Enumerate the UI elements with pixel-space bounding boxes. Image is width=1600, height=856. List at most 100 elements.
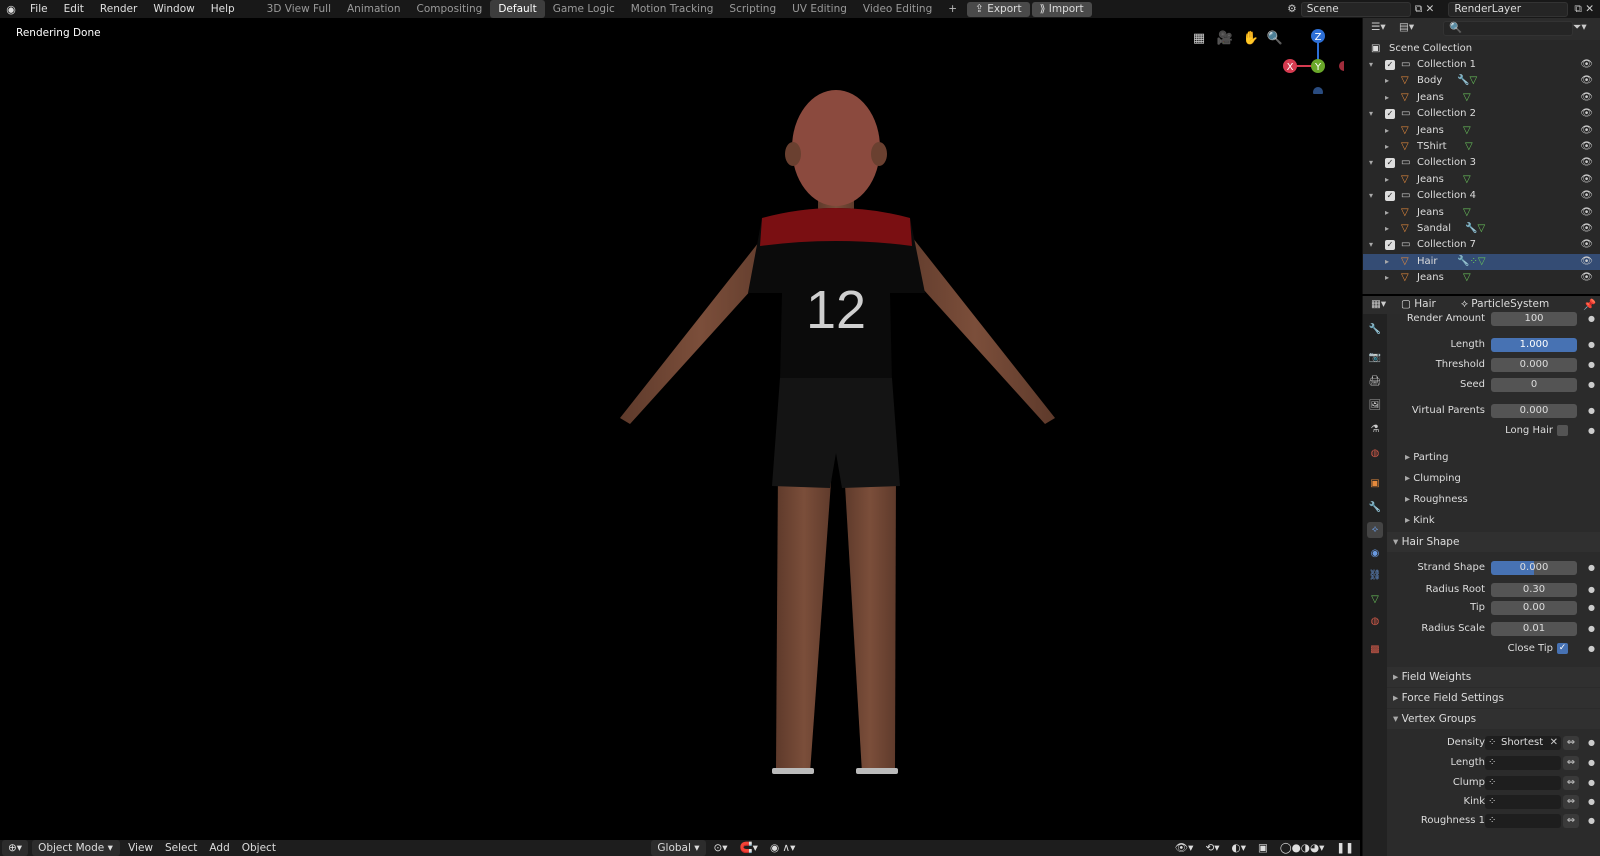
vertex-group-length-keyframe-dot[interactable]: ● (1588, 754, 1595, 772)
vertex-group-clump-keyframe-dot[interactable]: ● (1588, 774, 1595, 792)
menu-edit[interactable]: Edit (56, 0, 92, 18)
expand-chevron-icon[interactable]: ▸ (1385, 254, 1389, 270)
object-data-icons[interactable]: 🔧▽ (1457, 73, 1477, 89)
object-data-icons[interactable]: ▽ (1463, 123, 1471, 139)
object-data-icons[interactable]: ▽ (1463, 270, 1471, 286)
threshold-keyframe-dot[interactable]: ● (1588, 356, 1595, 374)
close-tip-checkbox[interactable]: ✓ (1557, 643, 1568, 654)
outliner-object-row[interactable]: ▸ ▽ Jeans ▽ 👁 (1363, 205, 1600, 221)
filter-icon[interactable]: ⏷▾ (1573, 21, 1587, 34)
object-data-icons[interactable]: ▽ (1463, 90, 1471, 106)
outliner-object-row[interactable]: ▸ ▽ Sandal 🔧▽ 👁 (1363, 221, 1600, 237)
render-layer-copy-icon[interactable]: ⧉ ✕ (1574, 3, 1594, 16)
expand-chevron-icon[interactable]: ▾ (1369, 106, 1373, 122)
long-hair-keyframe-dot[interactable]: ● (1588, 422, 1595, 440)
tab-compositing[interactable]: Compositing (409, 0, 491, 18)
clumping-subpanel[interactable]: ▸ Clumping (1387, 469, 1600, 489)
virtual-parents-field[interactable]: 0.000 (1491, 404, 1577, 418)
outliner-object-row[interactable]: ▸ ▽ Jeans ▽ 👁 (1363, 90, 1600, 106)
snap-icon[interactable]: 🧲▾ (734, 840, 764, 856)
pivot-icon[interactable]: ⊙▾ (708, 840, 734, 856)
expand-chevron-icon[interactable]: ▸ (1385, 139, 1389, 155)
outliner-collection-row[interactable]: ▾ ✓ ▭ Collection 7 👁 (1363, 237, 1600, 253)
invert-vertex-group-icon[interactable]: ⇔ (1563, 795, 1579, 809)
visibility-icon[interactable]: 👁▾ (1169, 840, 1200, 856)
threshold-field[interactable]: 0.000 (1491, 358, 1577, 372)
radius-scale-field[interactable]: 0.01 (1491, 622, 1577, 636)
vertex-groups-panel-header[interactable]: ▾ Vertex Groups (1387, 709, 1600, 729)
camera-view-icon[interactable]: 🎥 (1216, 30, 1234, 48)
tool-tab-icon[interactable]: 🔧 (1367, 322, 1383, 338)
invert-vertex-group-icon[interactable]: ⇔ (1563, 814, 1579, 828)
render-tab-icon[interactable]: 📷 (1367, 350, 1383, 366)
scene-copy-icon[interactable]: ⧉ ✕ (1415, 3, 1435, 16)
gizmo-toggle-icon[interactable]: ⟲▾ (1199, 840, 1225, 856)
vertex-group-length-field[interactable]: ⁘ (1485, 756, 1561, 770)
visibility-eye-icon[interactable]: 👁 (1580, 205, 1593, 221)
vertex-group-roughness1-keyframe-dot[interactable]: ● (1588, 812, 1595, 830)
visibility-eye-icon[interactable]: 👁 (1580, 139, 1593, 155)
expand-chevron-icon[interactable]: ▾ (1369, 188, 1373, 204)
radius-scale-keyframe-dot[interactable]: ● (1588, 620, 1595, 638)
outliner-collection-row[interactable]: ▾ ✓ ▭ Collection 3 👁 (1363, 155, 1600, 171)
strand-shape-slider[interactable]: 0.000 (1491, 561, 1577, 575)
texture-tab-icon[interactable]: ▩ (1367, 642, 1383, 658)
outliner-object-row[interactable]: ▸ ▽ TShirt ▽ 👁 (1363, 139, 1600, 155)
vertex-group-clump-field[interactable]: ⁘ (1485, 776, 1561, 790)
menu-help[interactable]: Help (203, 0, 243, 18)
expand-chevron-icon[interactable]: ▾ (1369, 237, 1373, 253)
invert-vertex-group-icon[interactable]: ⇔ (1563, 736, 1579, 750)
collection-exclude-checkbox[interactable]: ✓ (1385, 191, 1395, 202)
render-layer-field[interactable]: RenderLayer (1448, 1, 1569, 17)
expand-chevron-icon[interactable]: ▾ (1369, 57, 1373, 73)
properties-editor-icon[interactable]: ▦▾ (1371, 298, 1386, 310)
3d-viewport[interactable]: Rendering Done ▦ 🎥 ✋ 🔍 Z X Y 12 (0, 18, 1360, 840)
clear-vertex-group-icon[interactable]: ✕ (1550, 736, 1558, 750)
expand-chevron-icon[interactable]: ▾ (1369, 155, 1373, 171)
visibility-eye-icon[interactable]: 👁 (1580, 188, 1593, 204)
menu-select[interactable]: Select (159, 840, 203, 856)
expand-chevron-icon[interactable]: ▸ (1385, 90, 1389, 106)
scene-collection-row[interactable]: ▣ Scene Collection (1363, 41, 1600, 57)
expand-chevron-icon[interactable]: ▸ (1385, 123, 1389, 139)
visibility-eye-icon[interactable]: 👁 (1580, 270, 1593, 286)
import-button[interactable]: ⟫ Import (1031, 1, 1092, 17)
menu-add[interactable]: Add (203, 840, 235, 856)
object-data-icons[interactable]: 🔧⁘▽ (1457, 254, 1486, 270)
outliner-object-row[interactable]: ▸ ▽ Body 🔧▽ 👁 (1363, 73, 1600, 89)
visibility-eye-icon[interactable]: 👁 (1580, 237, 1593, 253)
tab-game-logic[interactable]: Game Logic (545, 0, 623, 18)
menu-object[interactable]: Object (236, 840, 282, 856)
visibility-eye-icon[interactable]: 👁 (1580, 57, 1593, 73)
tab-animation[interactable]: Animation (339, 0, 409, 18)
visibility-eye-icon[interactable]: 👁 (1580, 123, 1593, 139)
object-data-icons[interactable]: ▽ (1463, 205, 1471, 221)
pan-hand-icon[interactable]: ✋ (1242, 30, 1260, 48)
hair-shape-panel-header[interactable]: ▾ Hair Shape (1387, 532, 1600, 552)
context-object[interactable]: ▢ Hair (1401, 298, 1436, 310)
outliner-search-input[interactable]: 🔍 (1443, 21, 1573, 36)
invert-vertex-group-icon[interactable]: ⇔ (1563, 756, 1579, 770)
vertex-group-density-keyframe-dot[interactable]: ● (1588, 734, 1595, 752)
editor-type-icon[interactable]: ⊕▾ (2, 840, 29, 856)
visibility-eye-icon[interactable]: 👁 (1580, 106, 1593, 122)
collection-exclude-checkbox[interactable]: ✓ (1385, 60, 1395, 70)
length-keyframe-dot[interactable]: ● (1588, 336, 1595, 354)
outliner-collection-row[interactable]: ▾ ✓ ▭ Collection 2 👁 (1363, 106, 1600, 122)
grid-toggle-icon[interactable]: ▦ (1190, 30, 1208, 48)
strand-shape-keyframe-dot[interactable]: ● (1588, 559, 1595, 577)
field-weights-panel-header[interactable]: ▸ Field Weights (1387, 667, 1600, 687)
virtual-parents-keyframe-dot[interactable]: ● (1588, 402, 1595, 420)
expand-chevron-icon[interactable]: ▸ (1385, 221, 1389, 237)
outliner-object-row[interactable]: ▸ ▽ Jeans ▽ 👁 (1363, 270, 1600, 286)
modifier-tab-icon[interactable]: 🔧 (1367, 500, 1383, 516)
shading-modes-icon[interactable]: ◯●◑◕▾ (1274, 840, 1331, 856)
tab-motion-tracking[interactable]: Motion Tracking (623, 0, 722, 18)
export-button[interactable]: ⇪ Export (967, 1, 1030, 17)
render-amount-field[interactable]: 100 (1491, 312, 1577, 326)
world-tab-icon[interactable]: ◍ (1367, 446, 1383, 462)
object-data-icons[interactable]: ▽ (1463, 172, 1471, 188)
force-field-panel-header[interactable]: ▸ Force Field Settings (1387, 688, 1600, 708)
tip-keyframe-dot[interactable]: ● (1588, 599, 1595, 617)
menu-view[interactable]: View (122, 840, 159, 856)
